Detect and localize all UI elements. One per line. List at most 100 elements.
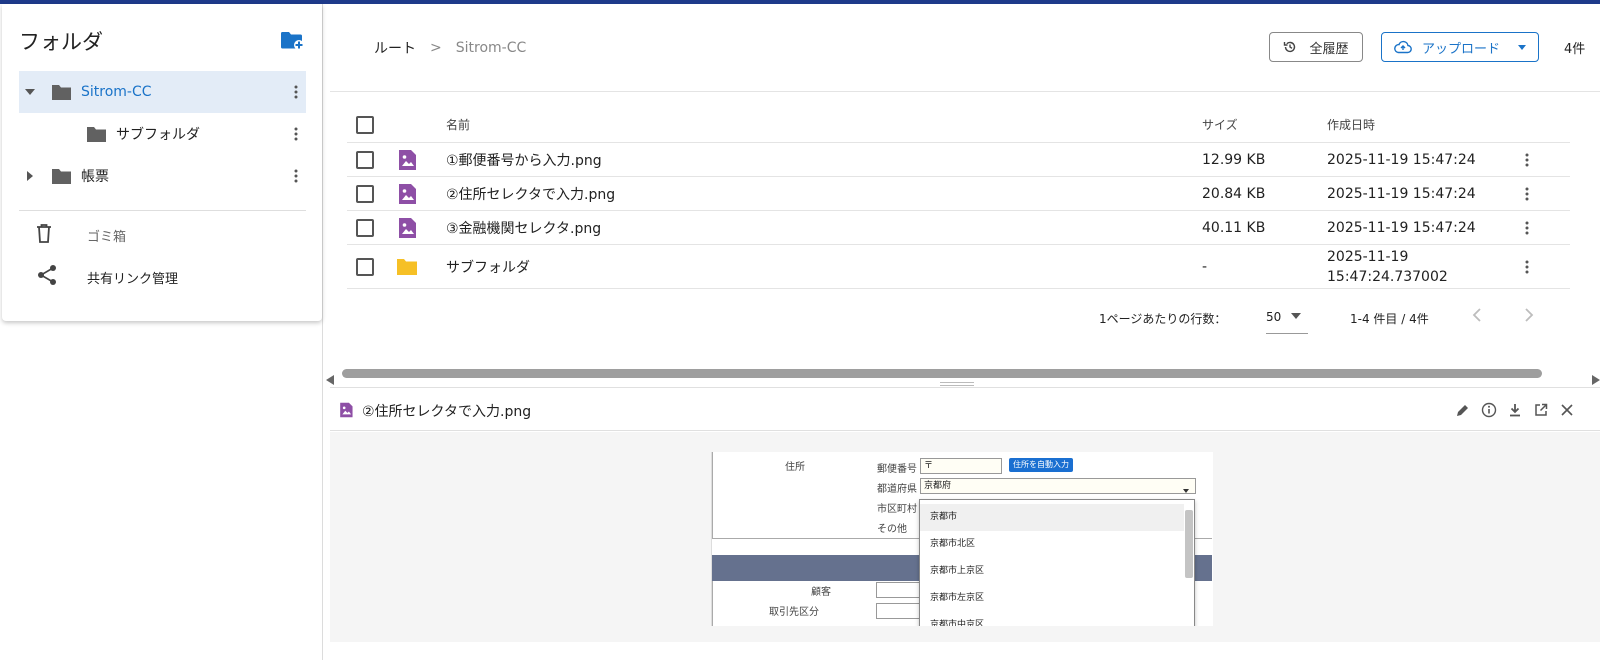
breadcrumb-root[interactable]: ルート (374, 38, 416, 58)
chevron-right-icon[interactable] (1522, 306, 1536, 327)
tree-item-subfolder[interactable]: サブフォルダ (19, 113, 306, 155)
tree-item-label: サブフォルダ (116, 127, 200, 143)
rows-per-page-select[interactable]: 50 (1266, 304, 1308, 334)
image-file-icon (396, 217, 418, 239)
history-icon (1283, 40, 1297, 54)
sidebar-divider (19, 210, 306, 211)
breadcrumb: ルート > Sitrom-CC (374, 38, 526, 58)
table-row[interactable]: ③金融機関セレクタ.png 40.11 KB 2025-11-19 15:47:… (347, 211, 1570, 245)
file-created-date: 2025-11-19 (1327, 248, 1409, 265)
close-icon[interactable] (1558, 401, 1576, 419)
file-table: 名前 サイズ 作成日時 ①郵便番号から入力.png 12.99 KB 2025-… (347, 107, 1570, 289)
image-file-icon (396, 183, 418, 205)
row-checkbox[interactable] (356, 218, 374, 237)
folder-icon (396, 256, 418, 278)
file-name[interactable]: ③金融機関セレクタ.png (446, 218, 601, 238)
caret-right-icon[interactable] (19, 171, 41, 181)
info-icon[interactable] (1480, 401, 1498, 419)
nav-share-label: 共有リンク管理 (87, 271, 179, 287)
prefecture-value: 京都府 (924, 481, 952, 491)
folder-icon (51, 167, 73, 185)
row-checkbox[interactable] (356, 150, 374, 169)
share-icon (36, 264, 58, 290)
horizontal-scrollbar[interactable] (326, 368, 1600, 385)
row-checkbox[interactable] (356, 257, 374, 276)
history-button-label: 全履歴 (1309, 41, 1349, 57)
column-name[interactable]: 名前 (446, 116, 470, 133)
more-vert-icon[interactable] (1517, 260, 1537, 274)
folder-panel: フォルダ Sitrom-CC サブフォルダ 帳票 ゴミ箱 共有リンク管理 (2, 4, 322, 321)
rows-per-page-value: 50 (1266, 310, 1282, 324)
select-all-checkbox[interactable] (356, 115, 374, 134)
download-icon[interactable] (1506, 401, 1524, 419)
file-size: 20.84 KB (1202, 185, 1266, 202)
table-row[interactable]: ②住所セレクタで入力.png 20.84 KB 2025-11-19 15:47… (347, 177, 1570, 211)
tree-item-label: 帳票 (81, 169, 109, 185)
nav-trash-label: ゴミ箱 (87, 229, 127, 245)
table-header: 名前 サイズ 作成日時 (347, 107, 1570, 143)
dropdown-scrollbar (1185, 510, 1193, 578)
file-created: 2025-11-19 15:47:24 (1327, 219, 1476, 236)
more-vert-icon[interactable] (286, 85, 306, 99)
file-created: 2025-11-19 15:47:24 (1327, 185, 1476, 202)
table-row[interactable]: ①郵便番号から入力.png 12.99 KB 2025-11-19 15:47:… (347, 143, 1570, 177)
prefecture-select: 京都府 (920, 478, 1196, 494)
new-folder-icon[interactable] (280, 29, 304, 51)
file-name[interactable]: ②住所セレクタで入力.png (446, 184, 615, 204)
other-label: その他 (877, 524, 907, 535)
customer-label: 顧客 (811, 587, 831, 598)
more-vert-icon[interactable] (286, 169, 306, 183)
upload-button[interactable]: アップロード (1381, 32, 1539, 62)
breadcrumb-separator: > (430, 40, 442, 56)
image-file-icon (396, 149, 418, 171)
header-divider (330, 91, 1600, 92)
preview-image: 住所 郵便番号 〒 住所を自動入力 都道府県 京都府 市区町村 その他 顧客 取… (711, 452, 1213, 626)
column-size[interactable]: サイズ (1202, 116, 1238, 133)
preview-actions (1454, 401, 1576, 419)
tree-item-label: Sitrom-CC (81, 84, 152, 100)
edit-icon[interactable] (1454, 401, 1472, 419)
caret-down-icon[interactable] (19, 89, 41, 95)
dropdown-option: 京都市左京区 (930, 593, 985, 603)
partner-label: 取引先区分 (769, 607, 819, 618)
postal-label: 郵便番号 (877, 464, 917, 475)
nav-share-links[interactable]: 共有リンク管理 (36, 262, 178, 292)
file-size: 12.99 KB (1202, 151, 1266, 168)
more-vert-icon[interactable] (286, 127, 306, 141)
open-in-new-icon[interactable] (1532, 401, 1550, 419)
caret-down-icon (1518, 44, 1526, 50)
tree-item-sitrom-cc[interactable]: Sitrom-CC (19, 71, 306, 113)
table-row[interactable]: サブフォルダ - 2025-11-19 15:47:24.737002 (347, 245, 1570, 289)
file-created-time: 15:47:24.737002 (1327, 268, 1448, 285)
sidebar: フォルダ Sitrom-CC サブフォルダ 帳票 ゴミ箱 共有リンク管理 (0, 4, 323, 660)
row-checkbox[interactable] (356, 184, 374, 203)
nav-trash[interactable]: ゴミ箱 (36, 220, 126, 250)
file-created: 2025-11-19 15:47:24.737002 (1327, 247, 1448, 287)
preview-area: 住所 郵便番号 〒 住所を自動入力 都道府県 京都府 市区町村 その他 顧客 取… (330, 432, 1600, 642)
tree-item-forms[interactable]: 帳票 (19, 155, 306, 197)
column-created[interactable]: 作成日時 (1327, 115, 1375, 135)
file-name[interactable]: サブフォルダ (446, 257, 530, 277)
more-vert-icon[interactable] (1517, 187, 1537, 201)
more-vert-icon[interactable] (1517, 153, 1537, 167)
city-label: 市区町村 (877, 504, 917, 515)
scrollbar-thumb[interactable] (342, 369, 1542, 378)
preview-header: ②住所セレクタで入力.png (330, 387, 1600, 431)
caret-down-icon (1183, 484, 1189, 498)
page-range: 1-4 件目 / 4件 (1350, 312, 1429, 326)
cloud-upload-icon (1394, 40, 1412, 54)
file-size: - (1202, 258, 1208, 275)
folder-panel-title: フォルダ (19, 30, 103, 54)
rows-per-page-label: 1ページあたりの行数： (1099, 312, 1227, 326)
auto-fill-button: 住所を自動入力 (1009, 458, 1073, 472)
item-count: 4件 (1564, 42, 1586, 57)
chevron-left-icon[interactable] (1470, 306, 1484, 327)
resize-handle[interactable] (940, 382, 974, 386)
more-vert-icon[interactable] (1517, 221, 1537, 235)
prefecture-label: 都道府県 (877, 484, 917, 495)
file-name[interactable]: ①郵便番号から入力.png (446, 150, 602, 170)
history-button[interactable]: 全履歴 (1269, 32, 1363, 62)
folder-icon (51, 83, 73, 101)
dropdown-option: 京都市 (920, 504, 1184, 531)
folder-icon (86, 125, 108, 143)
